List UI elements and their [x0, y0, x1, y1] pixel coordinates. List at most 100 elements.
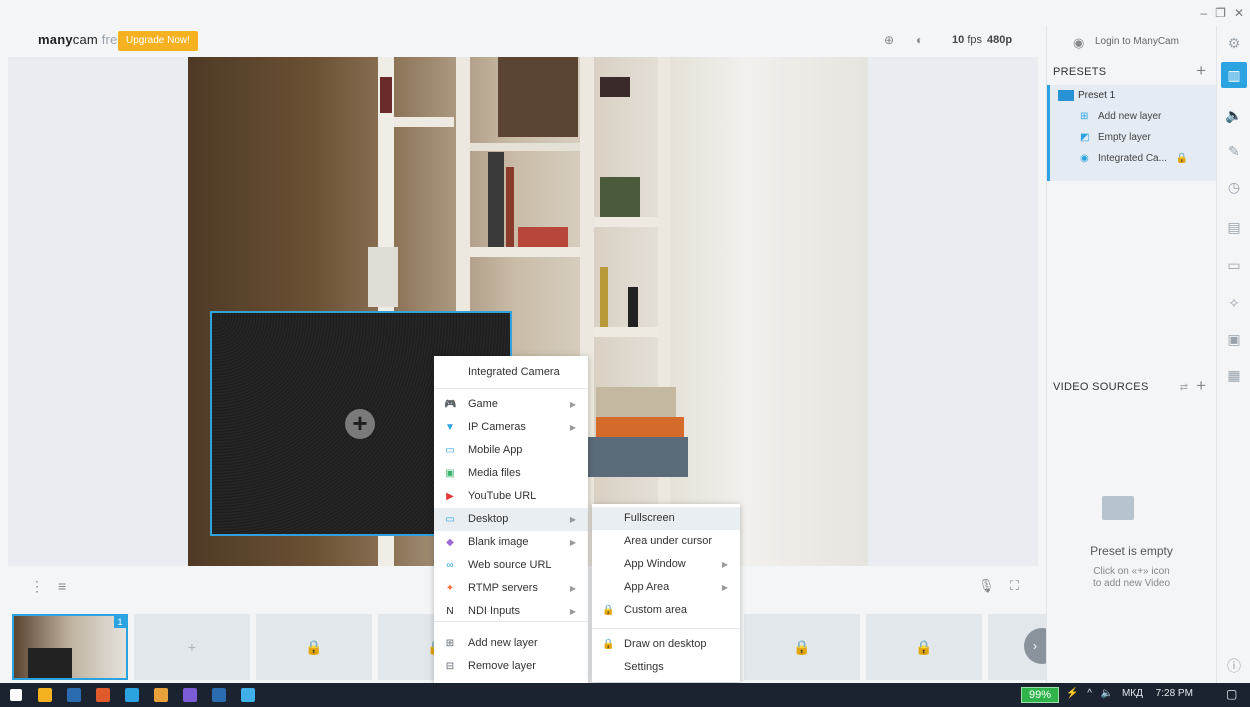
- menu-item-ip-cameras[interactable]: ▼ IP Cameras ▶: [434, 416, 588, 439]
- submenu-arrow-icon: ▶: [721, 583, 728, 592]
- add-preset-slot[interactable]: +: [134, 614, 250, 680]
- window-titlebar: – ❐ ✕: [0, 0, 1250, 26]
- youtube-url-icon: ▶: [446, 491, 454, 502]
- lock-icon: 🔒: [1175, 153, 1189, 164]
- add-video-source-button[interactable]: +: [1196, 376, 1206, 396]
- camera-source-icon: ◉: [1080, 153, 1089, 164]
- menu-item-media-files[interactable]: ▣ Media files: [434, 462, 588, 485]
- add-layer-icon: ⊞: [1080, 111, 1089, 122]
- info-icon[interactable]: ⓘ: [1221, 653, 1247, 679]
- remove-layer-icon: ⊟: [445, 661, 455, 672]
- game-icon: 🎮: [444, 399, 457, 410]
- menu-item-remove-layer[interactable]: ⊟ Remove layer: [434, 655, 588, 678]
- manycam-logo: manycam free: [38, 32, 125, 47]
- desktop-submenu: Fullscreen Area under cursor App Window ▶ Ap…: [592, 504, 740, 682]
- background-icon[interactable]: ▣: [1221, 326, 1247, 352]
- locked-preset-slot[interactable]: 🔒: [744, 614, 860, 680]
- submenu-item-custom-area[interactable]: 🔒 Custom area: [592, 599, 740, 622]
- language-indicator[interactable]: МКД: [1122, 688, 1143, 699]
- menu-item-game[interactable]: 🎮 Game ▶: [434, 393, 588, 416]
- submenu-item-app-window[interactable]: App Window ▶: [592, 553, 740, 576]
- resolution-selector[interactable]: 480p: [987, 34, 1012, 46]
- sort-sources-icon[interactable]: ⇄: [1180, 382, 1188, 393]
- empty-preset-description: Click on «+» icon to add new Video: [1092, 566, 1171, 589]
- taskbar-app-icon[interactable]: [183, 688, 197, 702]
- draw-icon[interactable]: ✎: [1221, 138, 1247, 164]
- empty-preset-title: Preset is empty: [1090, 544, 1173, 558]
- battery-indicator[interactable]: 99%: [1021, 687, 1059, 703]
- rtmp-servers-icon: ✦: [445, 583, 455, 594]
- ip-cameras-icon: ▼: [445, 422, 455, 433]
- fps-selector[interactable]: 10 fps: [952, 34, 982, 46]
- layers-icon[interactable]: ▥: [1221, 62, 1247, 88]
- effects-icon[interactable]: ✧: [1221, 290, 1247, 316]
- settings-icon[interactable]: ⚙: [1221, 30, 1247, 56]
- submenu-arrow-icon: ▶: [569, 584, 576, 593]
- text-icon[interactable]: ▤: [1221, 214, 1247, 240]
- chevron-up-icon[interactable]: ^: [1087, 688, 1092, 699]
- image-layer-icon: ◩: [1080, 132, 1090, 143]
- preset-label: Preset 1: [1078, 90, 1116, 102]
- preset-icon: [1058, 90, 1074, 101]
- system-tray[interactable]: ⚡ ^ 🔈 МКД 7:28 PM: [1066, 688, 1193, 699]
- tree-integrated-camera[interactable]: ◉ Integrated Ca... 🔒: [1080, 153, 1188, 164]
- more-options-icon[interactable]: ⋮: [30, 578, 44, 595]
- taskbar-app-icon[interactable]: [154, 688, 168, 702]
- menu-item-mobile-app[interactable]: ▭ Mobile App: [434, 439, 588, 462]
- submenu-item-area-under-cursor[interactable]: Area under cursor: [592, 530, 740, 553]
- playlist-icon[interactable]: ≡: [58, 578, 66, 594]
- audio-icon[interactable]: 🔈: [1221, 102, 1247, 128]
- taskbar-app-icon[interactable]: [241, 688, 255, 702]
- preset-slot-1[interactable]: 1: [12, 614, 128, 680]
- submenu-arrow-icon: ▶: [569, 400, 576, 409]
- start-button-icon[interactable]: [10, 689, 22, 701]
- upgrade-button[interactable]: Upgrade Now!: [118, 31, 198, 51]
- locked-preset-slot[interactable]: 🔒: [256, 614, 372, 680]
- brightness-icon[interactable]: ◐: [916, 33, 923, 47]
- widgets-icon[interactable]: ▦: [1221, 362, 1247, 388]
- add-layer-source-icon[interactable]: +: [345, 409, 375, 439]
- taskbar-app-icon[interactable]: [38, 688, 52, 702]
- microphone-icon[interactable]: 🎙: [978, 578, 995, 594]
- menu-item-add-new-layer[interactable]: ⊞ Add new layer: [434, 632, 588, 655]
- submenu-arrow-icon: ▶: [569, 538, 576, 547]
- submenu-item-app-area[interactable]: App Area ▶: [592, 576, 740, 599]
- zoom-in-icon[interactable]: ⊕: [884, 33, 894, 47]
- submenu-item-draw-on-desktop[interactable]: 🔒 Draw on desktop: [592, 633, 740, 656]
- clock-icon[interactable]: ◷: [1221, 174, 1247, 200]
- taskbar-app-icon[interactable]: [125, 688, 139, 702]
- side-toolbar: ⚙ ▥ 🔈 ✎ ◷ ▤ ▭ ✧ ▣ ▦ ⓘ: [1216, 26, 1250, 683]
- add-preset-button[interactable]: +: [1196, 61, 1206, 81]
- restore-button[interactable]: ❐: [1215, 6, 1226, 20]
- clock[interactable]: 7:28 PM: [1156, 688, 1193, 699]
- right-panel: ◉ Login to ManyCam PRESETS + Preset 1 ⊞ A…: [1046, 26, 1216, 683]
- desktop-icon: ▭: [445, 514, 455, 525]
- preset-item-1[interactable]: Preset 1 ⊞ Add new layer ◩ Empty layer ◉ In…: [1047, 85, 1216, 181]
- locked-preset-slot[interactable]: 🔒: [866, 614, 982, 680]
- taskbar-app-icon[interactable]: [96, 688, 110, 702]
- fullscreen-icon[interactable]: ⛶: [1010, 578, 1019, 594]
- menu-item-desktop[interactable]: ▭ Desktop ▶: [434, 508, 588, 531]
- taskbar-app-icon[interactable]: [67, 688, 81, 702]
- close-button[interactable]: ✕: [1234, 6, 1244, 20]
- speaker-icon[interactable]: 🔈: [1101, 688, 1113, 699]
- tree-add-new-layer[interactable]: ⊞ Add new layer: [1080, 111, 1161, 122]
- menu-item-rtmp-servers[interactable]: ✦ RTMP servers ▶: [434, 577, 588, 600]
- user-icon: ◉: [1073, 35, 1085, 50]
- lower-third-icon[interactable]: ▭: [1221, 252, 1247, 278]
- submenu-item-settings[interactable]: Settings: [592, 656, 740, 679]
- minimize-button[interactable]: –: [1200, 6, 1207, 20]
- tree-empty-layer[interactable]: ◩ Empty layer: [1080, 132, 1151, 143]
- menu-item-ndi-inputs[interactable]: N NDI Inputs ▶: [434, 600, 588, 623]
- video-sources-heading: VIDEO SOURCES: [1053, 381, 1149, 393]
- menu-item-web-source-url[interactable]: ∞ Web source URL: [434, 554, 588, 577]
- submenu-item-fullscreen[interactable]: Fullscreen: [592, 507, 740, 530]
- notifications-icon[interactable]: ▢: [1226, 687, 1237, 701]
- taskbar-app-icon[interactable]: [212, 688, 226, 702]
- app-header: manycam free Upgrade Now! ⊕ ◐ 10 fps 480…: [0, 26, 1046, 56]
- menu-header-integrated-camera[interactable]: Integrated Camera: [434, 361, 588, 385]
- menu-item-youtube-url[interactable]: ▶ YouTube URL: [434, 485, 588, 508]
- submenu-arrow-icon: ▶: [721, 560, 728, 569]
- preset-number-badge: 1: [114, 616, 126, 628]
- menu-item-blank-image[interactable]: ◆ Blank image ▶: [434, 531, 588, 554]
